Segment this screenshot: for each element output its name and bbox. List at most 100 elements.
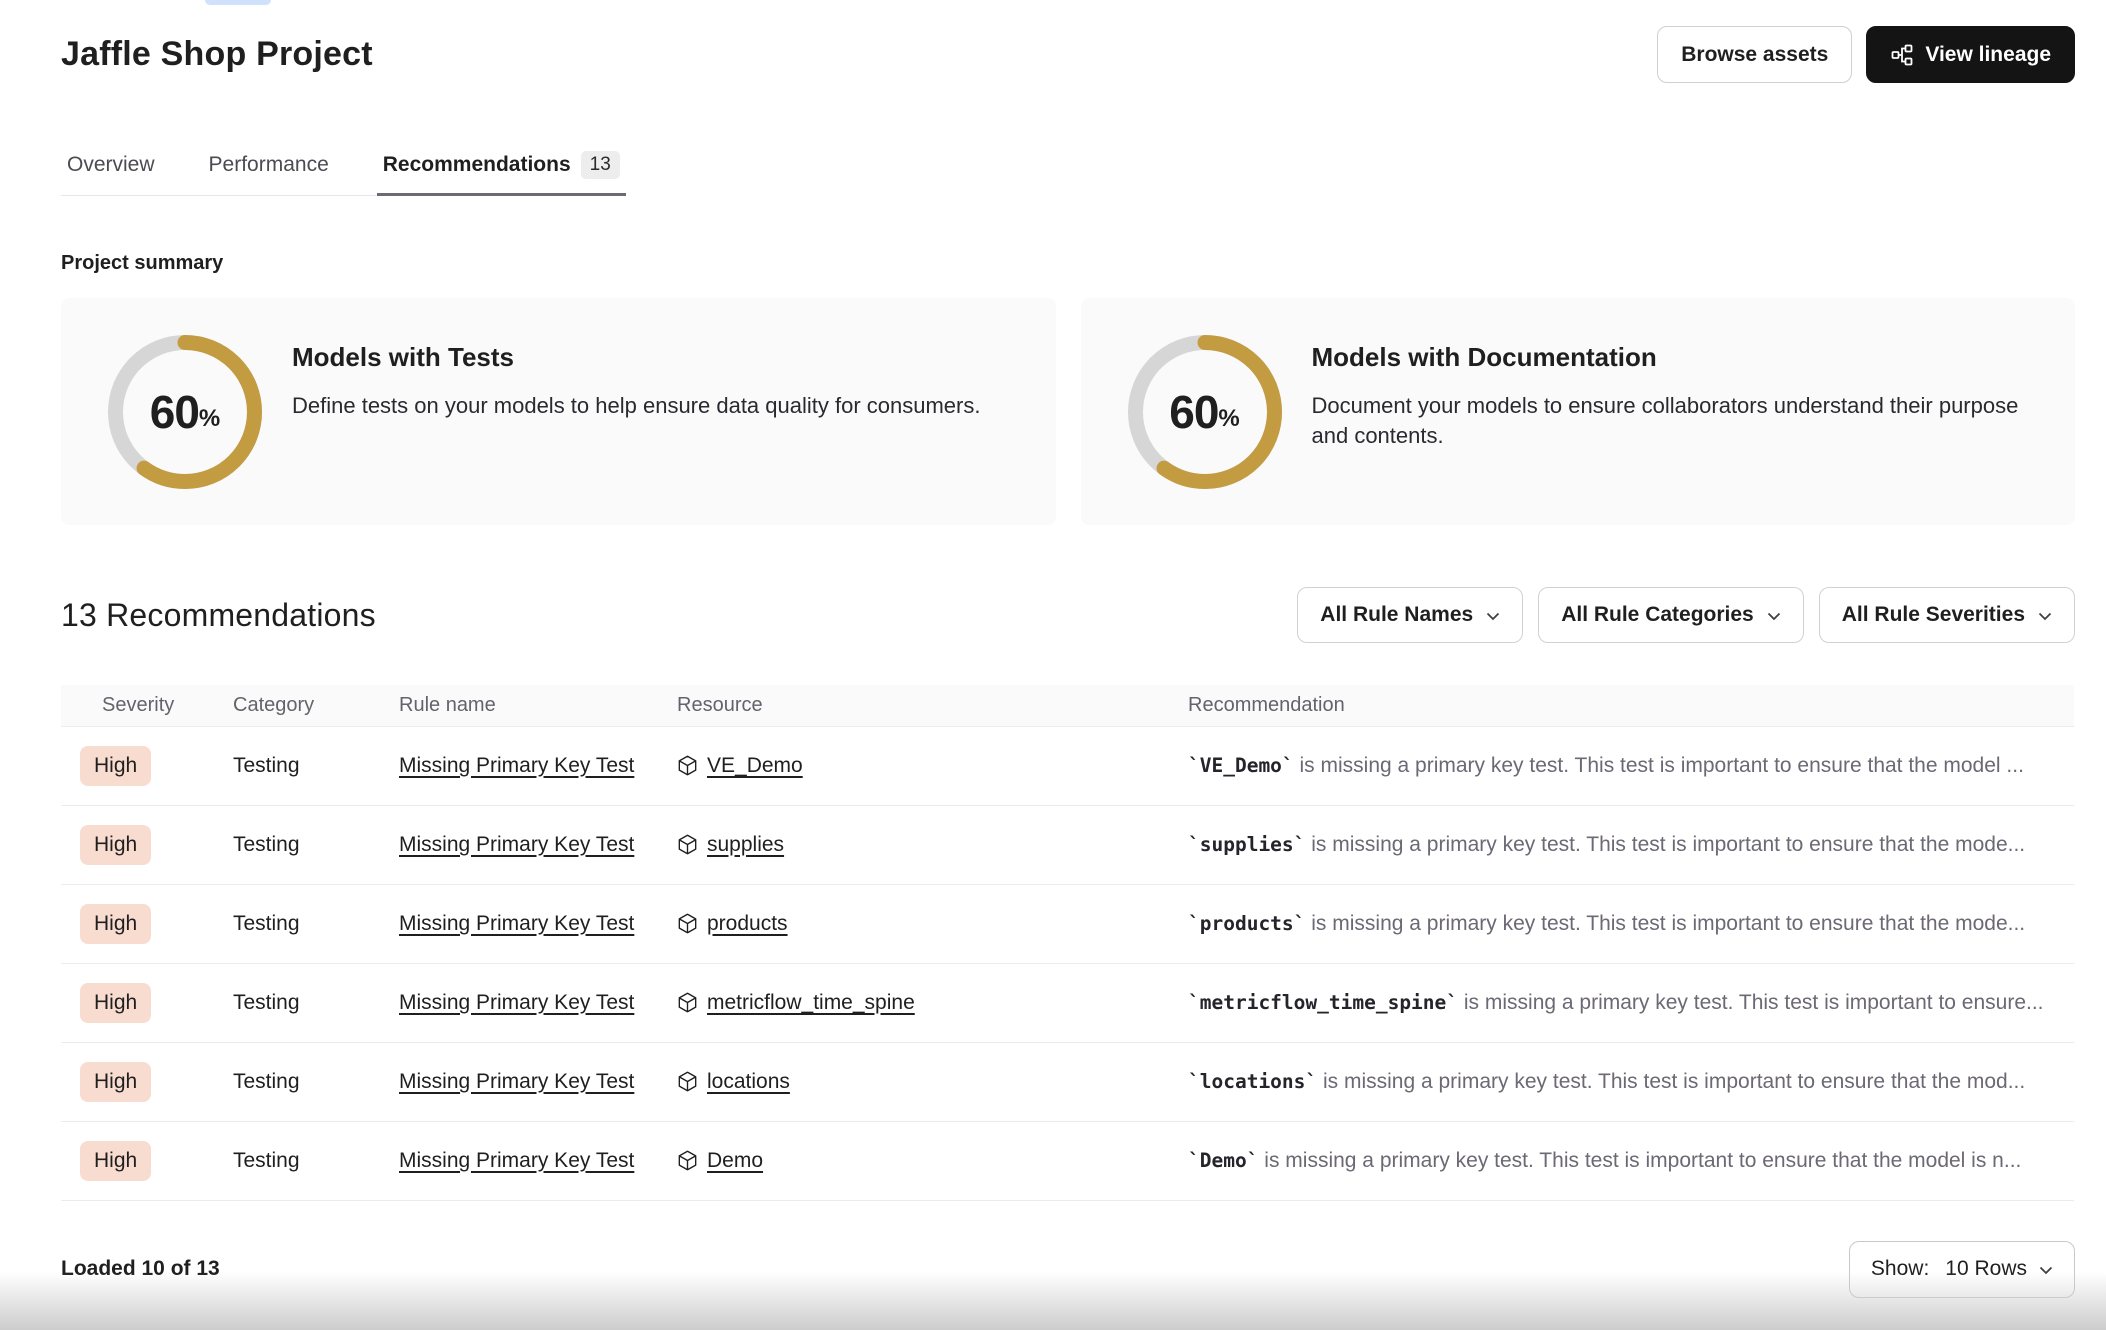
browse-assets-label: Browse assets (1681, 43, 1828, 67)
table-header-row: Severity Category Rule name Resource Rec… (61, 685, 2074, 726)
recommendation-cell: `metricflow_time_spine` is missing a pri… (1188, 963, 2074, 1042)
donut-value: 60 (1169, 385, 1218, 439)
severity-badge: High (80, 1062, 151, 1102)
tab-performance-label: Performance (209, 153, 329, 177)
recommendation-cell: `VE_Demo` is missing a primary key test.… (1188, 726, 2074, 805)
donut-percentage: 60 % (108, 335, 262, 489)
recommendations-count-badge: 13 (581, 151, 620, 179)
card-title: Models with Tests (292, 342, 980, 373)
page: Jaffle Shop Project Browse assets View l… (0, 0, 2106, 1330)
tab-overview[interactable]: Overview (61, 145, 161, 196)
table-row: High Testing Missing Primary Key Test VE… (61, 726, 2074, 805)
filter-label: All Rule Categories (1561, 603, 1754, 627)
browse-assets-button[interactable]: Browse assets (1657, 26, 1852, 83)
tests-donut-chart: 60 % (108, 335, 262, 489)
cube-icon (677, 913, 698, 934)
resource-link[interactable]: Demo (707, 1149, 763, 1173)
view-lineage-button[interactable]: View lineage (1866, 26, 2075, 83)
resource-code: `Demo` (1188, 1149, 1258, 1172)
recommendation-cell: `Demo` is missing a primary key test. Th… (1188, 1121, 2074, 1200)
column-rule-name: Rule name (399, 685, 677, 726)
severity-badge: High (80, 825, 151, 865)
rule-names-filter[interactable]: All Rule Names (1297, 587, 1523, 643)
resource-code: `locations` (1188, 1070, 1317, 1093)
filters: All Rule Names All Rule Categories All R… (1297, 587, 2075, 643)
donut-value: 60 (150, 385, 199, 439)
category-cell: Testing (233, 805, 399, 884)
card-description: Define tests on your models to help ensu… (292, 391, 980, 421)
recommendations-heading: 13 Recommendations (61, 597, 376, 634)
docs-donut-chart: 60 % (1128, 335, 1282, 489)
models-with-documentation-card: 60 % Models with Documentation Document … (1081, 298, 2076, 525)
category-cell: Testing (233, 726, 399, 805)
column-severity: Severity (61, 685, 233, 726)
table-row: High Testing Missing Primary Key Test De… (61, 1121, 2074, 1200)
page-title: Jaffle Shop Project (61, 35, 373, 74)
card-description: Document your models to ensure collabora… (1312, 391, 2046, 450)
column-category: Category (233, 685, 399, 726)
show-value: 10 Rows (1945, 1257, 2027, 1281)
category-cell: Testing (233, 1121, 399, 1200)
lineage-graph-icon (1890, 43, 1914, 67)
chevron-down-icon (2038, 603, 2052, 627)
cube-icon (677, 1150, 698, 1171)
card-text: Models with Documentation Document your … (1312, 342, 2072, 450)
resource-code: `metricflow_time_spine` (1188, 991, 1458, 1014)
table-row: High Testing Missing Primary Key Test lo… (61, 1042, 2074, 1121)
donut-unit: % (199, 405, 220, 433)
chevron-down-icon (1486, 603, 1500, 627)
column-recommendation: Recommendation (1188, 685, 2074, 726)
filter-label: All Rule Severities (1842, 603, 2025, 627)
rule-name-link[interactable]: Missing Primary Key Test (399, 833, 634, 856)
severity-badge: High (80, 746, 151, 786)
view-lineage-label: View lineage (1925, 43, 2051, 67)
category-cell: Testing (233, 1042, 399, 1121)
tab-recommendations[interactable]: Recommendations 13 (377, 145, 626, 196)
severity-badge: High (80, 1141, 151, 1181)
resource-link[interactable]: locations (707, 1070, 790, 1094)
table-row: High Testing Missing Primary Key Test me… (61, 963, 2074, 1042)
table-row: High Testing Missing Primary Key Test pr… (61, 884, 2074, 963)
tab-bar: Overview Performance Recommendations 13 (61, 145, 626, 196)
resource-code: `supplies` (1188, 833, 1305, 856)
show-rows-dropdown[interactable]: Show: 10 Rows (1849, 1241, 2075, 1298)
card-text: Models with Tests Define tests on your m… (292, 342, 1006, 421)
column-resource: Resource (677, 685, 1188, 726)
recommendation-text: is missing a primary key test. This test… (1317, 1070, 2025, 1093)
table-row: High Testing Missing Primary Key Test su… (61, 805, 2074, 884)
recommendation-cell: `products` is missing a primary key test… (1188, 884, 2074, 963)
chevron-down-icon (1767, 603, 1781, 627)
show-label: Show: (1871, 1257, 1929, 1281)
recommendation-text: is missing a primary key test. This test… (1294, 754, 2024, 777)
rule-name-link[interactable]: Missing Primary Key Test (399, 1070, 634, 1093)
recommendation-text: is missing a primary key test. This test… (1458, 991, 2043, 1014)
resource-link[interactable]: supplies (707, 833, 784, 857)
filter-label: All Rule Names (1320, 603, 1473, 627)
recommendation-text: is missing a primary key test. This test… (1305, 833, 2025, 856)
category-cell: Testing (233, 884, 399, 963)
cube-icon (677, 834, 698, 855)
resource-code: `VE_Demo` (1188, 754, 1294, 777)
rule-severities-filter[interactable]: All Rule Severities (1819, 587, 2075, 643)
resource-link[interactable]: VE_Demo (707, 754, 803, 778)
project-summary-label: Project summary (61, 252, 2075, 275)
rule-name-link[interactable]: Missing Primary Key Test (399, 754, 634, 777)
rule-name-link[interactable]: Missing Primary Key Test (399, 991, 634, 1014)
rule-categories-filter[interactable]: All Rule Categories (1538, 587, 1804, 643)
recommendation-text: is missing a primary key test. This test… (1305, 912, 2025, 935)
severity-badge: High (80, 983, 151, 1023)
rule-name-link[interactable]: Missing Primary Key Test (399, 912, 634, 935)
recommendations-header: 13 Recommendations All Rule Names All Ru… (61, 587, 2075, 643)
rule-name-link[interactable]: Missing Primary Key Test (399, 1149, 634, 1172)
recommendation-cell: `locations` is missing a primary key tes… (1188, 1042, 2074, 1121)
top-blue-indicator (205, 0, 271, 5)
resource-link[interactable]: products (707, 912, 788, 936)
cube-icon (677, 1071, 698, 1092)
header: Jaffle Shop Project Browse assets View l… (61, 0, 2075, 83)
tab-performance[interactable]: Performance (203, 145, 335, 196)
chevron-down-icon (2039, 1257, 2053, 1281)
models-with-tests-card: 60 % Models with Tests Define tests on y… (61, 298, 1056, 525)
category-cell: Testing (233, 963, 399, 1042)
severity-badge: High (80, 904, 151, 944)
resource-link[interactable]: metricflow_time_spine (707, 991, 915, 1015)
